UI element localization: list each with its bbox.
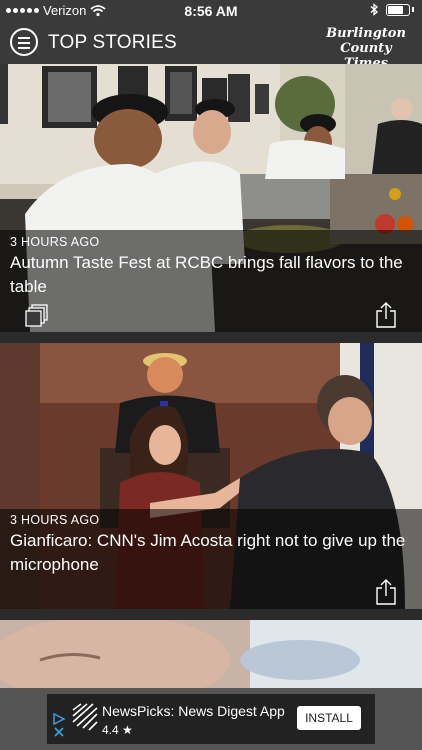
story-headline[interactable]: Gianficaro: CNN's Jim Acosta right not t… [10, 529, 412, 577]
menu-button[interactable] [10, 28, 38, 56]
share-icon[interactable] [375, 579, 397, 605]
clock: 8:56 AM [184, 3, 238, 19]
story-card[interactable]: 3 HOURS AGO Autumn Taste Fest at RCBC br… [0, 64, 422, 332]
battery-icon [386, 3, 410, 16]
ad-title: NewsPicks: News Digest App [102, 703, 285, 719]
app-header: TOP STORIES Burlington County Times [0, 22, 422, 71]
status-bar: Verizon 8:56 AM [0, 0, 422, 22]
install-button[interactable]: INSTALL [297, 706, 361, 730]
story-timestamp: 3 HOURS AGO [10, 513, 100, 527]
story-image [0, 620, 422, 688]
share-icon[interactable] [375, 302, 397, 328]
story-headline[interactable]: Autumn Taste Fest at RCBC brings fall fl… [10, 251, 412, 299]
story-timestamp: 3 HOURS AGO [10, 235, 100, 249]
story-card[interactable] [0, 620, 422, 688]
ad-banner[interactable]: NewsPicks: News Digest App 4.4 ★ INSTALL [47, 694, 375, 744]
page-title: TOP STORIES [48, 32, 177, 53]
app-logo-icon [71, 702, 99, 736]
ad-rating: 4.4 ★ [102, 723, 133, 737]
bluetooth-icon [370, 3, 378, 16]
story-card[interactable]: 3 HOURS AGO Gianficaro: CNN's Jim Acosta… [0, 343, 422, 609]
gallery-icon[interactable] [25, 303, 49, 327]
ad-choices-icon[interactable] [52, 712, 68, 738]
